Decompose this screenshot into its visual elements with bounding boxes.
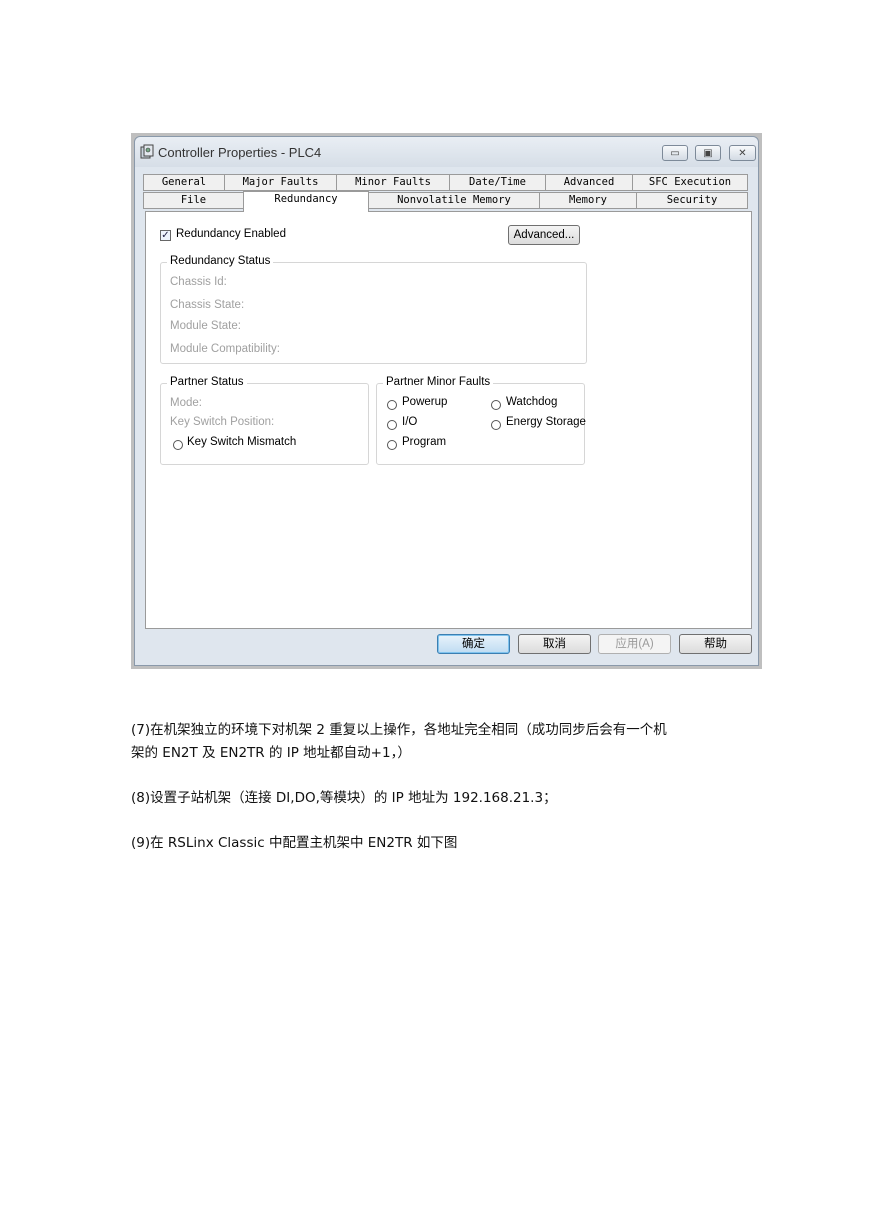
program-indicator xyxy=(387,440,397,450)
tab-date-time[interactable]: Date/Time xyxy=(449,174,546,191)
program-label: Program xyxy=(402,436,447,448)
tab-major-faults[interactable]: Major Faults xyxy=(224,174,337,191)
powerup-indicator xyxy=(387,400,397,410)
partner-minor-faults-group: Partner Minor Faults Powerup Watchdog I/… xyxy=(376,376,586,465)
tab-memory[interactable]: Memory xyxy=(539,192,637,209)
partner-status-group: Partner Status Mode: Key Switch Position… xyxy=(160,376,369,465)
watchdog-label: Watchdog xyxy=(506,396,558,408)
maximize-button[interactable]: ▣ xyxy=(695,145,721,161)
chassis-state-label: Chassis State: xyxy=(170,299,245,311)
minimize-icon: ▭ xyxy=(670,147,680,159)
redundancy-status-group: Redundancy Status Chassis Id: Chassis St… xyxy=(160,255,587,364)
paragraph-8: (8)设置子站机架（连接 DI,DO,等模块）的 IP 地址为 192.168.… xyxy=(131,790,557,806)
ok-button[interactable]: 确定 xyxy=(437,634,510,654)
module-compatibility-label: Module Compatibility: xyxy=(170,343,280,355)
redundancy-enabled-label: Redundancy Enabled xyxy=(176,228,286,240)
module-state-label: Module State: xyxy=(170,320,241,332)
advanced-button[interactable]: Advanced... xyxy=(508,225,580,245)
maximize-icon: ▣ xyxy=(703,147,713,159)
energy-storage-indicator xyxy=(491,420,501,430)
close-icon: ✕ xyxy=(738,147,747,159)
key-switch-mismatch-indicator xyxy=(173,440,183,450)
tab-file[interactable]: File xyxy=(143,192,244,209)
paragraph-7-line-2: 架的 EN2T 及 EN2TR 的 IP 地址都自动+1，） xyxy=(131,745,411,761)
cancel-button[interactable]: 取消 xyxy=(518,634,591,654)
watchdog-indicator xyxy=(491,400,501,410)
window-title: Controller Properties - PLC4 xyxy=(158,145,322,160)
powerup-label: Powerup xyxy=(402,396,448,408)
energy-storage-label: Energy Storage xyxy=(506,416,586,428)
title-bar[interactable]: Controller Properties - PLC4 ▭ ▣ ✕ xyxy=(135,137,758,167)
tab-redundancy[interactable]: Redundancy xyxy=(243,191,369,212)
partner-status-legend: Partner Status xyxy=(167,376,247,388)
controller-app-icon xyxy=(140,144,154,159)
io-indicator xyxy=(387,420,397,430)
tab-general[interactable]: General xyxy=(143,174,225,191)
controller-properties-dialog: Controller Properties - PLC4 ▭ ▣ ✕ Gener… xyxy=(134,136,759,666)
redundancy-panel: ✓ Redundancy Enabled Advanced... Redunda… xyxy=(145,211,752,629)
key-switch-position-label: Key Switch Position: xyxy=(170,416,275,428)
redundancy-enabled-checkbox[interactable]: ✓ xyxy=(160,230,171,241)
mode-label: Mode: xyxy=(170,397,202,409)
redundancy-status-legend: Redundancy Status xyxy=(167,255,274,267)
close-button[interactable]: ✕ xyxy=(729,145,756,161)
minimize-button[interactable]: ▭ xyxy=(662,145,688,161)
paragraph-7-line-1: (7)在机架独立的环境下对机架 2 重复以上操作，各地址完全相同（成功同步后会有… xyxy=(131,722,667,738)
io-label: I/O xyxy=(402,416,418,428)
key-switch-mismatch-label: Key Switch Mismatch xyxy=(187,436,297,448)
screenshot-frame: Controller Properties - PLC4 ▭ ▣ ✕ Gener… xyxy=(131,133,762,669)
paragraph-9: (9)在 RSLinx Classic 中配置主机架中 EN2TR 如下图 xyxy=(131,835,458,851)
tab-security[interactable]: Security xyxy=(636,192,748,209)
chassis-id-label: Chassis Id: xyxy=(170,276,227,288)
tab-nonvolatile-memory[interactable]: Nonvolatile Memory xyxy=(368,192,540,209)
tab-sfc-execution[interactable]: SFC Execution xyxy=(632,174,748,191)
tab-advanced[interactable]: Advanced xyxy=(545,174,633,191)
help-button[interactable]: 帮助 xyxy=(679,634,752,654)
tab-minor-faults[interactable]: Minor Faults xyxy=(336,174,450,191)
apply-button[interactable]: 应用(A) xyxy=(598,634,671,654)
partner-minor-faults-legend: Partner Minor Faults xyxy=(383,376,494,388)
